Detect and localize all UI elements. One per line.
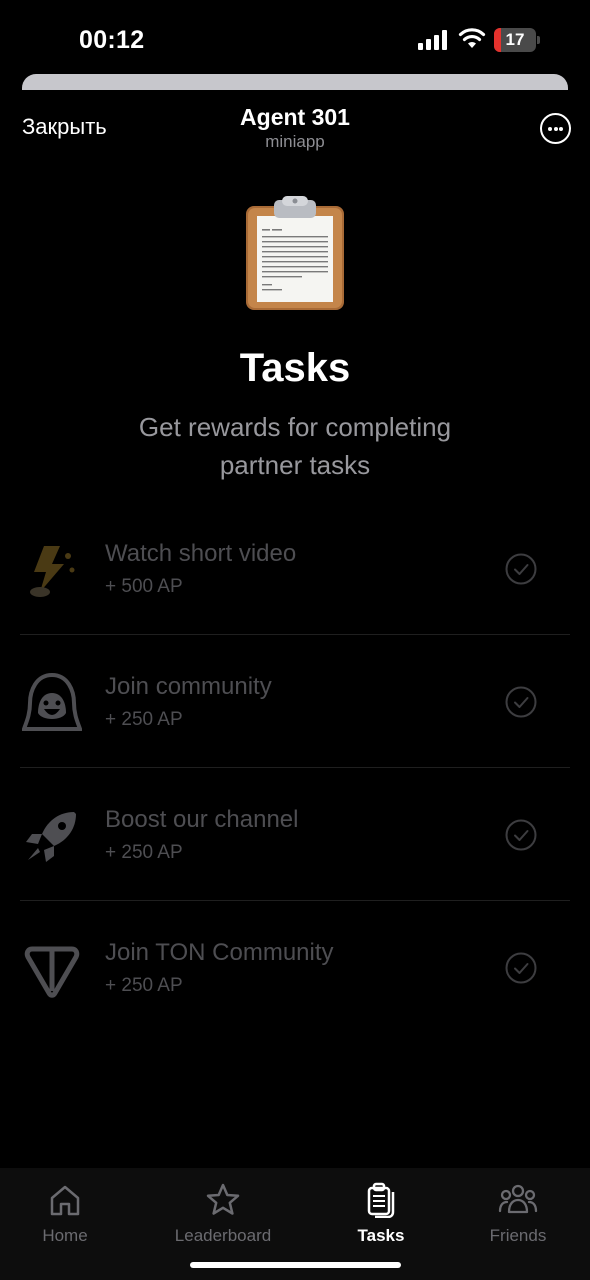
task-item[interactable]: Join community + 250 AP bbox=[20, 635, 570, 768]
check-circle-icon bbox=[505, 686, 537, 718]
task-item[interactable]: Join TON Community + 250 AP bbox=[20, 901, 570, 1034]
ellipsis-dot bbox=[553, 127, 558, 131]
nav-item-leaderboard[interactable]: Leaderboard bbox=[158, 1182, 288, 1262]
ellipsis-dot bbox=[559, 127, 563, 131]
task-title: Boost our channel bbox=[105, 806, 299, 833]
friends-icon bbox=[498, 1184, 538, 1214]
tasks-icon bbox=[367, 1182, 395, 1218]
star-icon bbox=[206, 1183, 240, 1215]
clipboard-icon bbox=[246, 196, 344, 310]
nav-label-friends: Friends bbox=[489, 1226, 547, 1245]
battery-cap bbox=[537, 36, 540, 44]
task-reward: + 250 AP bbox=[105, 709, 183, 730]
check-circle-icon bbox=[505, 819, 537, 851]
nav-label-tasks: Tasks bbox=[357, 1226, 405, 1245]
battery-body: 17 bbox=[494, 28, 536, 52]
task-title: Join TON Community bbox=[105, 939, 334, 966]
nav-item-friends[interactable]: Friends bbox=[453, 1182, 583, 1262]
task-title: Join community bbox=[105, 673, 272, 700]
home-indicator bbox=[190, 1262, 401, 1268]
app-title: Agent 301 bbox=[240, 104, 350, 130]
app-header: Закрыть Agent 301 miniapp bbox=[0, 90, 590, 170]
agent-hood-icon bbox=[22, 673, 82, 731]
status-bar: 00:12 17 bbox=[0, 0, 590, 74]
wifi-icon bbox=[458, 28, 486, 48]
check-circle-icon bbox=[505, 952, 537, 984]
nav-item-home[interactable]: Home bbox=[0, 1182, 130, 1262]
ton-icon bbox=[24, 946, 80, 998]
ellipsis-circle-icon bbox=[548, 127, 552, 131]
rocket-icon bbox=[26, 812, 76, 862]
nav-label-leaderboard: Leaderboard bbox=[174, 1226, 272, 1245]
battery-icon: 17 bbox=[494, 28, 540, 52]
task-item[interactable]: Boost our channel + 250 AP bbox=[20, 768, 570, 901]
sheet-edge bbox=[22, 74, 568, 90]
lightning-icon bbox=[30, 546, 75, 597]
task-title: Watch short video bbox=[105, 540, 297, 567]
page-subtitle: Get rewards for completing partner tasks bbox=[138, 412, 452, 480]
status-time: 00:12 bbox=[79, 26, 145, 54]
more-options-button[interactable] bbox=[540, 113, 571, 144]
app-subtitle: miniapp bbox=[265, 132, 325, 151]
check-circle-icon bbox=[505, 553, 537, 585]
task-reward: + 500 AP bbox=[105, 576, 183, 597]
task-item[interactable]: Watch short video + 500 AP bbox=[20, 502, 570, 635]
battery-level: 17 bbox=[505, 30, 525, 49]
task-reward: + 250 AP bbox=[105, 842, 183, 863]
nav-label-home: Home bbox=[42, 1226, 88, 1245]
cellular-signal-icon bbox=[418, 30, 447, 50]
task-list: Watch short video + 500 AP Join communit… bbox=[20, 502, 570, 1034]
task-reward: + 250 AP bbox=[105, 975, 183, 996]
nav-item-tasks[interactable]: Tasks bbox=[316, 1182, 446, 1262]
page-title: Tasks bbox=[239, 346, 351, 390]
home-icon bbox=[50, 1185, 80, 1216]
